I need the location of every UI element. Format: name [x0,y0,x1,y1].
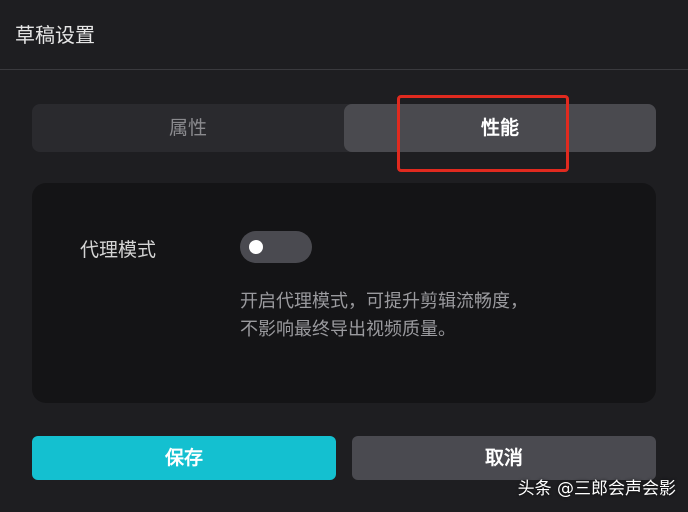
proxy-mode-description: 开启代理模式，可提升剪辑流畅度， 不影响最终导出视频质量。 [240,288,640,344]
dialog-title: 草稿设置 [15,23,95,47]
toggle-knob [249,240,263,254]
save-button[interactable]: 保存 [32,436,336,480]
performance-panel: 代理模式 开启代理模式，可提升剪辑流畅度， 不影响最终导出视频质量。 [32,183,656,403]
watermark-text: 头条 @三郎会声会影 [517,479,676,499]
settings-tabs: 属性 性能 [32,104,656,152]
description-line-2: 不影响最终导出视频质量。 [240,319,456,340]
tab-performance[interactable]: 性能 [344,104,656,152]
proxy-mode-label: 代理模式 [80,239,157,261]
proxy-mode-toggle[interactable] [240,231,312,263]
title-bar: 草稿设置 [0,0,688,70]
draft-settings-dialog: 草稿设置 属性 性能 代理模式 开启代理模式，可提升剪辑流畅度， 不影响最终导出… [0,0,688,512]
cancel-button[interactable]: 取消 [352,436,656,480]
tab-properties[interactable]: 属性 [32,104,344,152]
description-line-1: 开启代理模式，可提升剪辑流畅度， [240,291,528,312]
